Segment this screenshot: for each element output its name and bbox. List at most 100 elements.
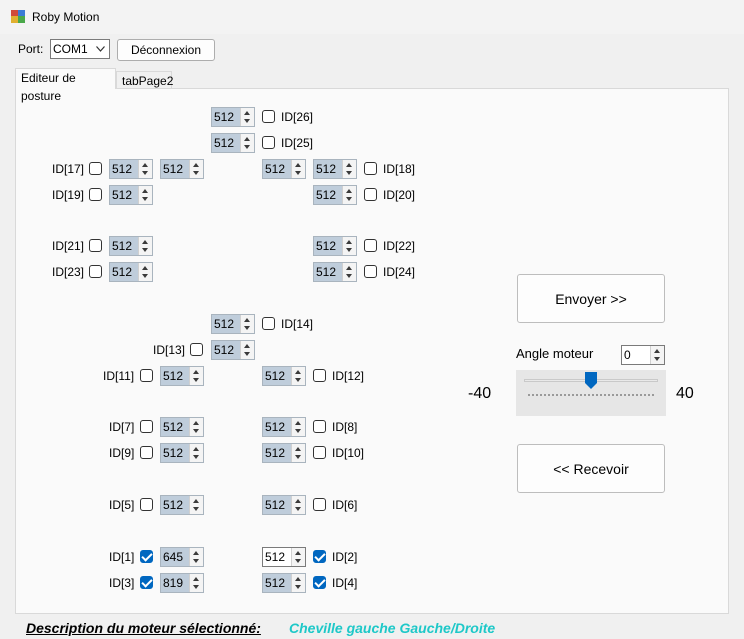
send-button[interactable]: Envoyer >> bbox=[517, 274, 665, 323]
motor-id8-checkbox[interactable] bbox=[313, 420, 326, 433]
motor-id23-spinner[interactable]: 512 bbox=[109, 262, 153, 282]
motor-id22-checkbox[interactable] bbox=[364, 239, 377, 252]
motor-id14-checkbox[interactable] bbox=[262, 317, 275, 330]
spinner-arrows-icon[interactable] bbox=[189, 444, 203, 462]
motor-id2-checkbox[interactable] bbox=[313, 550, 326, 563]
motor-id24-spinner[interactable]: 512 bbox=[313, 262, 357, 282]
spinner-arrows-icon[interactable] bbox=[291, 444, 305, 462]
disconnect-button[interactable]: Déconnexion bbox=[117, 39, 215, 61]
motor-id3-spinner[interactable]: 819 bbox=[160, 573, 204, 593]
angle-slider[interactable] bbox=[516, 370, 666, 416]
spinner-arrows-icon[interactable] bbox=[291, 548, 305, 566]
spinner-arrows-icon[interactable] bbox=[240, 341, 254, 359]
motor-id6-checkbox[interactable] bbox=[313, 498, 326, 511]
spinner-arrows-icon[interactable] bbox=[138, 160, 152, 178]
motor-id25-checkbox[interactable] bbox=[262, 136, 275, 149]
motor-id1-checkbox[interactable] bbox=[140, 550, 153, 563]
motor-id20-spinner-value: 512 bbox=[316, 188, 337, 202]
spinner-arrows-icon[interactable] bbox=[342, 237, 356, 255]
motor-id10-checkbox[interactable] bbox=[313, 446, 326, 459]
motor-id12-checkbox[interactable] bbox=[313, 369, 326, 382]
motor-id13-spinner[interactable]: 512 bbox=[211, 340, 255, 360]
motor-id20-spinner[interactable]: 512 bbox=[313, 185, 357, 205]
angle-motor-spinner[interactable]: 0 bbox=[621, 345, 665, 365]
slider-ticks bbox=[528, 394, 654, 396]
motor-id7-checkbox[interactable] bbox=[140, 420, 153, 433]
slider-thumb[interactable] bbox=[585, 372, 597, 389]
motor-id11-checkbox[interactable] bbox=[140, 369, 153, 382]
motor-extra-spinner-2[interactable]: 512 bbox=[262, 159, 306, 179]
motor-id21-spinner[interactable]: 512 bbox=[109, 236, 153, 256]
motor-id6-spinner[interactable]: 512 bbox=[262, 495, 306, 515]
motor-id9-checkbox[interactable] bbox=[140, 446, 153, 459]
motor-id5-checkbox[interactable] bbox=[140, 498, 153, 511]
motor-id7-spinner[interactable]: 512 bbox=[160, 417, 204, 437]
motor-id23-checkbox[interactable] bbox=[89, 265, 102, 278]
motor-id8-spinner[interactable]: 512 bbox=[262, 417, 306, 437]
motor-id17-spinner[interactable]: 512 bbox=[109, 159, 153, 179]
motor-id7-label: ID[7] bbox=[109, 420, 135, 434]
spinner-arrows-icon[interactable] bbox=[650, 346, 664, 364]
motor-id9-spinner[interactable]: 512 bbox=[160, 443, 204, 463]
motor-id18-checkbox[interactable] bbox=[364, 162, 377, 175]
tab-page2[interactable]: tabPage2 bbox=[116, 71, 173, 89]
spinner-arrows-icon[interactable] bbox=[189, 418, 203, 436]
spinner-arrows-icon[interactable] bbox=[189, 496, 203, 514]
motor-id7-spinner-value: 512 bbox=[163, 420, 184, 434]
spinner-arrows-icon[interactable] bbox=[189, 367, 203, 385]
motor-id2-spinner[interactable]: 512 bbox=[262, 547, 306, 567]
port-combobox[interactable]: COM1 bbox=[50, 39, 110, 59]
motor-id26-spinner[interactable]: 512 bbox=[211, 107, 255, 127]
motor-id20-checkbox[interactable] bbox=[364, 188, 377, 201]
receive-button[interactable]: << Recevoir bbox=[517, 444, 665, 493]
motor-id13-checkbox[interactable] bbox=[190, 343, 203, 356]
spinner-arrows-icon[interactable] bbox=[291, 418, 305, 436]
tab-posture-editor[interactable]: Editeur de posture bbox=[15, 68, 116, 103]
motor-id12-spinner-value: 512 bbox=[265, 369, 286, 383]
motor-id25-spinner[interactable]: 512 bbox=[211, 133, 255, 153]
spinner-arrows-icon[interactable] bbox=[138, 186, 152, 204]
spinner-arrows-icon[interactable] bbox=[240, 108, 254, 126]
motor-id4-checkbox[interactable] bbox=[313, 576, 326, 589]
spinner-arrows-icon[interactable] bbox=[240, 315, 254, 333]
spinner-arrows-icon[interactable] bbox=[342, 186, 356, 204]
motor-id12-label: ID[12] bbox=[332, 369, 365, 383]
chevron-down-icon bbox=[96, 46, 105, 52]
motor-id5-spinner[interactable]: 512 bbox=[160, 495, 204, 515]
spinner-arrows-icon[interactable] bbox=[342, 160, 356, 178]
spinner-arrows-icon[interactable] bbox=[291, 574, 305, 592]
spinner-arrows-icon[interactable] bbox=[189, 160, 203, 178]
motor-id26-spinner-value: 512 bbox=[214, 110, 235, 124]
spinner-arrows-icon[interactable] bbox=[291, 367, 305, 385]
motor-id2-spinner-value: 512 bbox=[265, 550, 286, 564]
motor-extra-spinner-1[interactable]: 512 bbox=[160, 159, 204, 179]
spinner-arrows-icon[interactable] bbox=[240, 134, 254, 152]
spinner-arrows-icon[interactable] bbox=[138, 237, 152, 255]
motor-id19-spinner[interactable]: 512 bbox=[109, 185, 153, 205]
motor-id19-checkbox[interactable] bbox=[89, 188, 102, 201]
motor-id3-label: ID[3] bbox=[109, 576, 135, 590]
motor-id24-checkbox[interactable] bbox=[364, 265, 377, 278]
spinner-arrows-icon[interactable] bbox=[291, 160, 305, 178]
motor-id5-label: ID[5] bbox=[109, 498, 135, 512]
motor-id10-spinner[interactable]: 512 bbox=[262, 443, 306, 463]
motor-id14-spinner[interactable]: 512 bbox=[211, 314, 255, 334]
motor-id12-spinner[interactable]: 512 bbox=[262, 366, 306, 386]
motor-id3-checkbox[interactable] bbox=[140, 576, 153, 589]
motor-id1-spinner[interactable]: 645 bbox=[160, 547, 204, 567]
spinner-arrows-icon[interactable] bbox=[189, 574, 203, 592]
motor-id10-spinner-value: 512 bbox=[265, 446, 286, 460]
motor-id11-spinner[interactable]: 512 bbox=[160, 366, 204, 386]
motor-id26-checkbox[interactable] bbox=[262, 110, 275, 123]
motor-id22-label: ID[22] bbox=[383, 239, 416, 253]
spinner-arrows-icon[interactable] bbox=[342, 263, 356, 281]
motor-id22-spinner[interactable]: 512 bbox=[313, 236, 357, 256]
motor-id18-spinner[interactable]: 512 bbox=[313, 159, 357, 179]
spinner-arrows-icon[interactable] bbox=[291, 496, 305, 514]
motor-id21-checkbox[interactable] bbox=[89, 239, 102, 252]
spinner-arrows-icon[interactable] bbox=[189, 548, 203, 566]
motor-id17-checkbox[interactable] bbox=[89, 162, 102, 175]
spinner-arrows-icon[interactable] bbox=[138, 263, 152, 281]
motor-id4-spinner[interactable]: 512 bbox=[262, 573, 306, 593]
motor-id25-spinner-value: 512 bbox=[214, 136, 235, 150]
